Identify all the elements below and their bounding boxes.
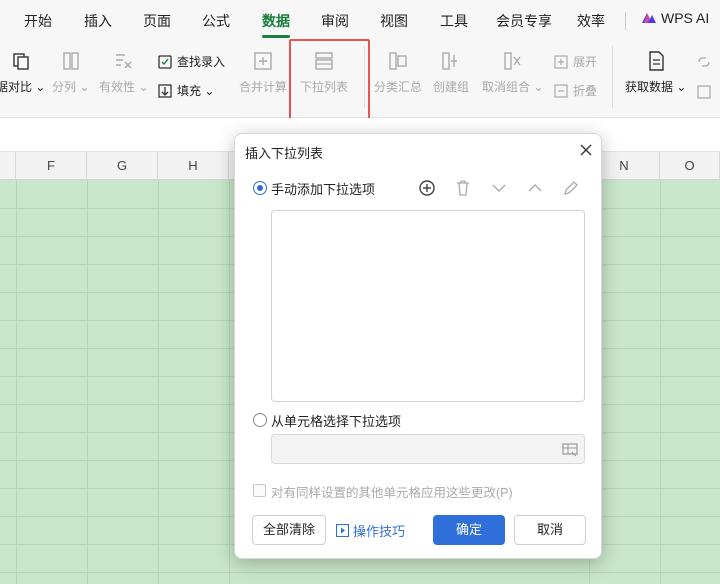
play-icon [336,524,349,537]
tab-data[interactable]: 数据 [262,11,290,31]
delete-option-icon[interactable] [454,179,472,197]
find-entry-label: 查找录入 [177,55,226,69]
tab-tools[interactable]: 工具 [440,11,468,31]
tab-view[interactable]: 视图 [380,11,408,31]
compare-button[interactable]: 据对比 ⌄ [0,50,45,95]
split-button[interactable]: 分列 ⌄ [52,50,89,95]
get-data-button[interactable]: 获取数据 ⌄ [625,50,686,95]
link-icon[interactable] [696,54,712,70]
apply-same-checkbox[interactable] [253,484,266,497]
move-up-icon[interactable] [526,179,544,197]
manual-option-label[interactable]: 手动添加下拉选项 [271,179,375,198]
merge-calc-button[interactable]: 合并计算 [239,50,287,95]
refresh-icon[interactable] [696,84,712,100]
wps-ai-icon [642,13,656,23]
cancel-button[interactable]: 取消 [514,515,586,545]
grid-line [0,572,720,573]
validity-icon [115,54,132,69]
from-cells-radio[interactable] [253,413,267,427]
tab-insert[interactable]: 插入 [84,11,112,31]
merge-calc-label: 合并计算 [239,80,288,94]
fill-label: 填充 ⌄ [177,84,215,98]
column-header-partial [0,152,16,180]
column-header-g[interactable]: G [87,152,158,180]
expand-button[interactable]: 展开 [553,53,597,70]
tab-page[interactable]: 页面 [143,11,171,31]
tips-label: 操作技巧 [353,524,406,539]
active-tab-underline [262,35,290,38]
from-cells-label[interactable]: 从单元格选择下拉选项 [271,411,401,430]
tab-member[interactable]: 会员专享 [496,11,552,31]
fill-icon [158,83,172,98]
clear-all-button[interactable]: 全部清除 [252,515,326,545]
merge-calc-icon [254,52,272,70]
wps-ai-label: WPS AI [661,10,710,26]
tab-review[interactable]: 审阅 [321,11,349,31]
wps-ai-button[interactable]: WPS AI [641,10,709,26]
menu-bar: 开始 插入 页面 公式 数据 审阅 视图 工具 会员专享 效率 WPS AI [0,0,720,40]
split-label: 分列 ⌄ [52,80,90,94]
apply-same-label: 对有同样设置的其他单元格应用这些更改(P) [271,486,513,500]
collapse-button[interactable]: 折叠 [553,82,597,99]
manual-option-radio[interactable] [253,181,267,195]
move-down-icon[interactable] [490,179,508,197]
subtotal-button[interactable]: 分类汇总 [374,50,422,95]
tab-start[interactable]: 开始 [24,11,52,31]
dialog-title: 插入下拉列表 [245,146,324,161]
grid-line [660,180,661,584]
create-group-label: 创建组 [433,80,470,94]
options-list[interactable] [271,210,585,402]
split-icon [63,52,79,70]
expand-label: 展开 [573,55,598,69]
create-group-icon [442,52,457,70]
close-icon[interactable] [579,143,593,157]
validity-button[interactable]: 有效性 ⌄ [99,50,148,95]
fill-button[interactable]: 填充 ⌄ [157,82,214,99]
menu-separator [625,12,626,30]
add-option-icon[interactable] [418,179,436,197]
get-data-icon [649,51,664,71]
edit-option-icon[interactable] [562,179,580,197]
dropdown-list-highlight [289,39,370,123]
create-group-button[interactable]: 创建组 [433,50,469,95]
ungroup-button[interactable]: 取消组合 ⌄ [482,50,543,95]
compare-label: 据对比 ⌄ [0,80,46,94]
find-entry-button[interactable]: 查找录入 [157,53,225,70]
ungroup-icon [504,52,521,70]
cell-range-input[interactable] [271,434,585,464]
grid-line [158,180,159,584]
subtotal-icon [389,52,407,70]
column-header-o[interactable]: O [660,152,720,180]
ribbon-separator-2 [612,46,613,108]
ungroup-label: 取消组合 ⌄ [482,80,544,94]
get-data-label: 获取数据 ⌄ [625,80,687,94]
range-select-icon[interactable] [562,442,578,458]
subtotal-label: 分类汇总 [374,80,423,94]
insert-dropdown-dialog: 插入下拉列表 手动添加下拉选项 从单元格选择下拉选项 对有同样设置的其他单元格应… [234,133,602,559]
compare-icon [13,53,29,70]
tab-formula[interactable]: 公式 [202,11,230,31]
column-header-h[interactable]: H [158,152,229,180]
grid-line [87,180,88,584]
collapse-icon [554,83,568,98]
find-entry-icon [158,54,172,69]
ok-button[interactable]: 确定 [433,515,505,545]
tab-efficiency[interactable]: 效率 [577,11,605,31]
column-header-f[interactable]: F [16,152,87,180]
collapse-label: 折叠 [573,84,598,98]
tips-link[interactable]: 操作技巧 [336,521,405,540]
expand-icon [554,54,568,69]
validity-label: 有效性 ⌄ [99,80,149,94]
grid-line [16,180,17,584]
grid-line [229,180,230,584]
